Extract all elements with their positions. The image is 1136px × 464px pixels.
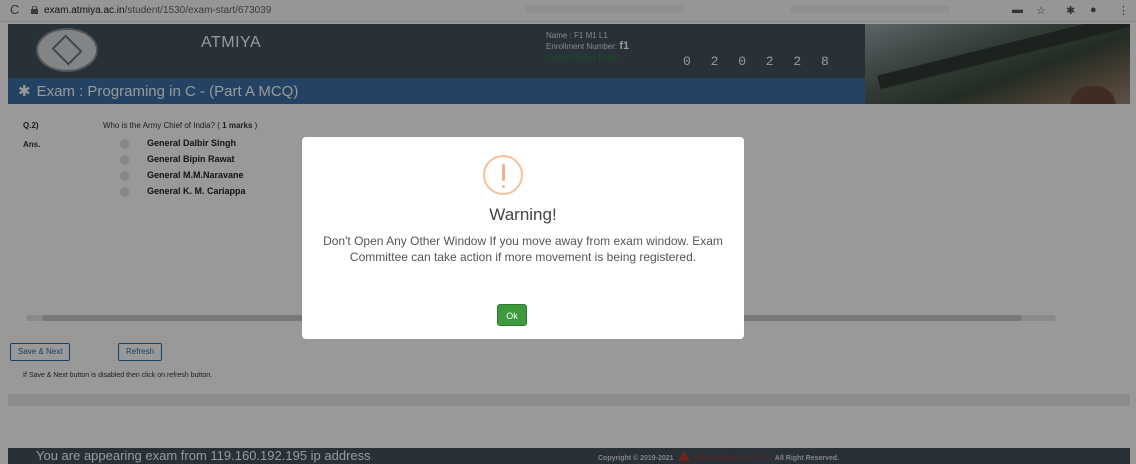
dialog-title: Warning! — [489, 205, 557, 224]
ok-button[interactable]: Ok — [497, 304, 527, 326]
exclamation-icon — [483, 155, 523, 195]
modal-backdrop[interactable]: Warning! Don't Open Any Other Window If … — [0, 0, 1136, 464]
dialog-message: Don't Open Any Other Window If you move … — [323, 234, 723, 264]
warning-dialog: Warning! Don't Open Any Other Window If … — [302, 137, 744, 339]
